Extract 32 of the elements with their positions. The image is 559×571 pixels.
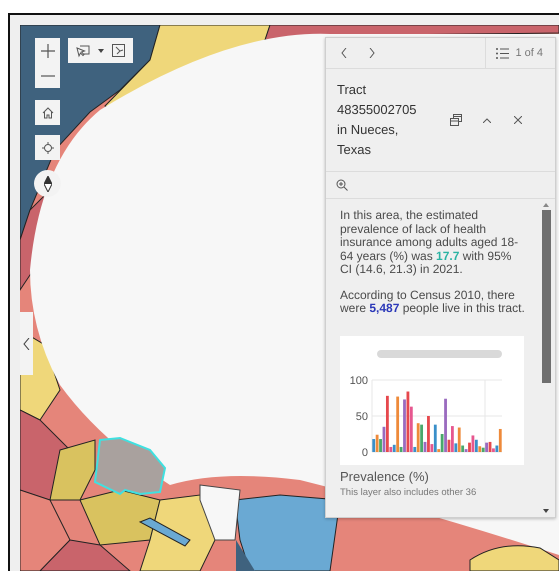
popup-title: Tract 48355002705 in Nueces, Texas	[337, 81, 418, 159]
home-button[interactable]	[35, 100, 60, 125]
zoom-out-button[interactable]	[35, 63, 60, 88]
chevron-left-icon	[23, 338, 30, 350]
dock-icon	[450, 114, 462, 126]
crosshair-icon	[42, 142, 54, 154]
chart-caption: Prevalence (%)	[340, 468, 430, 484]
locate-button[interactable]	[35, 135, 60, 160]
list-icon	[496, 48, 510, 58]
axis-tick-label: 100	[350, 374, 368, 386]
axis-tick-label: 0	[362, 446, 368, 458]
popup-paragraph: In this area, the estimated prevalence of lack of health insurance among adults aged 18-64 years (%) was 17.7 with 95% CI (14.6, 21.3) in 2021.	[340, 209, 520, 276]
caret-icon[interactable]	[98, 48, 104, 52]
feature-list-button[interactable]: 1 of 4	[485, 38, 555, 68]
compass-icon	[44, 176, 52, 192]
scroll-up-icon[interactable]	[543, 203, 549, 207]
home-icon	[42, 106, 54, 118]
chevron-up-icon	[483, 118, 491, 122]
chevron-right-icon	[369, 48, 375, 58]
chevron-left-icon	[341, 48, 347, 58]
scrollbar[interactable]	[541, 203, 551, 513]
axis-tick-label: 50	[356, 410, 368, 422]
select-icon[interactable]	[76, 44, 90, 58]
minus-icon	[40, 74, 54, 76]
popup-paragraph: According to Census 2010, there were 5,487 people live in this tract.	[340, 288, 525, 316]
scroll-down-icon[interactable]	[543, 509, 549, 513]
footer-note: This layer also includes other 36	[340, 486, 478, 498]
close-icon	[514, 116, 522, 124]
plus-icon	[40, 44, 54, 58]
zoom-in-icon	[336, 179, 348, 191]
zoom-in-button[interactable]	[35, 38, 60, 63]
clear-selection-icon[interactable]	[112, 44, 125, 57]
